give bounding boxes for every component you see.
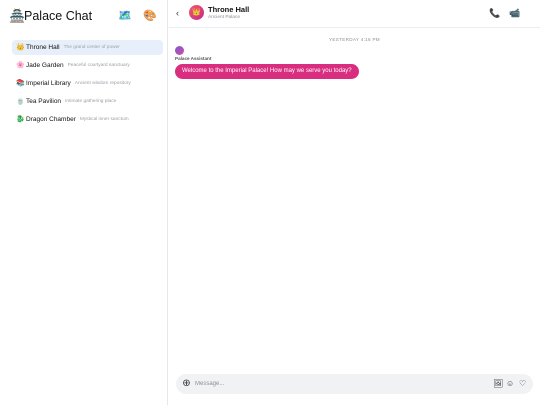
add-attachment-icon[interactable]: ⊕ (181, 378, 192, 389)
sidebar: 🏯 Palace Chat 🗺️ 🎨 👑 Throne Hall The gra… (0, 0, 168, 405)
room-name: Imperial Library (26, 80, 71, 87)
room-item-dragon-chamber[interactable]: 🐉 Dragon Chamber Mystical inner sanctum (12, 112, 163, 127)
tea-icon: 🍵 (16, 98, 25, 105)
phone-icon[interactable]: 📞 (489, 8, 500, 18)
image-icon[interactable]: 🖼 (493, 379, 503, 389)
emoji-icon[interactable]: ☺ (506, 379, 514, 389)
room-description: The grand center of power (63, 45, 120, 50)
room-subtitle: Ancient Palace (208, 15, 240, 20)
room-name: Jade Garden (26, 62, 64, 69)
back-chevron-icon[interactable]: ‹ (176, 8, 179, 18)
room-description: Intimate gathering place (65, 99, 117, 104)
palette-icon[interactable]: 🎨 (143, 9, 157, 23)
video-camera-icon[interactable]: 📹 (509, 8, 520, 18)
app-title: Palace Chat (24, 9, 93, 23)
day-separator: YESTERDAY 4:16 PM (329, 37, 380, 42)
room-description: Peaceful courtyard sanctuary (67, 63, 130, 68)
crown-icon: 👑 (16, 44, 25, 51)
room-item-tea-pavilion[interactable]: 🍵 Tea Pavilion Intimate gathering place (12, 94, 163, 109)
chat-header: ‹ 👑 Throne Hall Ancient Palace 📞 📹 (169, 0, 540, 28)
room-name: Dragon Chamber (26, 116, 76, 123)
room-item-imperial-library[interactable]: 📚 Imperial Library Ancient wisdom reposi… (12, 76, 163, 91)
room-title: Throne Hall (208, 5, 250, 14)
room-avatar: 👑 (189, 5, 204, 20)
palace-logo-icon: 🏯 (9, 8, 26, 23)
message-bubble: Welcome to the Imperial Palace! How may … (175, 64, 359, 79)
sidebar-header: 🏯 Palace Chat 🗺️ 🎨 (0, 0, 168, 34)
chat-panel: ‹ 👑 Throne Hall Ancient Palace 📞 📹 YESTE… (169, 0, 540, 405)
message-input[interactable] (195, 377, 485, 391)
room-list: 👑 Throne Hall The grand center of power … (12, 40, 163, 130)
heart-icon[interactable]: ♡ (519, 379, 526, 389)
crown-icon: 👑 (192, 9, 201, 16)
room-name: Throne Hall (26, 44, 60, 51)
room-item-throne-hall[interactable]: 👑 Throne Hall The grand center of power (12, 40, 163, 55)
room-item-jade-garden[interactable]: 🌸 Jade Garden Peaceful courtyard sanctua… (12, 58, 163, 73)
books-icon: 📚 (16, 80, 25, 87)
map-icon[interactable]: 🗺️ (118, 9, 132, 23)
message-sender: Palace Assistant (175, 56, 212, 61)
dragon-icon: 🐉 (16, 116, 25, 123)
room-description: Mystical inner sanctum (79, 117, 129, 122)
sender-avatar (175, 46, 184, 55)
message-composer: ⊕ 🖼 ☺ ♡ (176, 374, 533, 394)
blossom-icon: 🌸 (16, 62, 25, 69)
room-description: Ancient wisdom repository (74, 81, 131, 86)
room-name: Tea Pavilion (26, 98, 62, 105)
message-list: YESTERDAY 4:16 PM Palace Assistant Welco… (169, 28, 540, 368)
